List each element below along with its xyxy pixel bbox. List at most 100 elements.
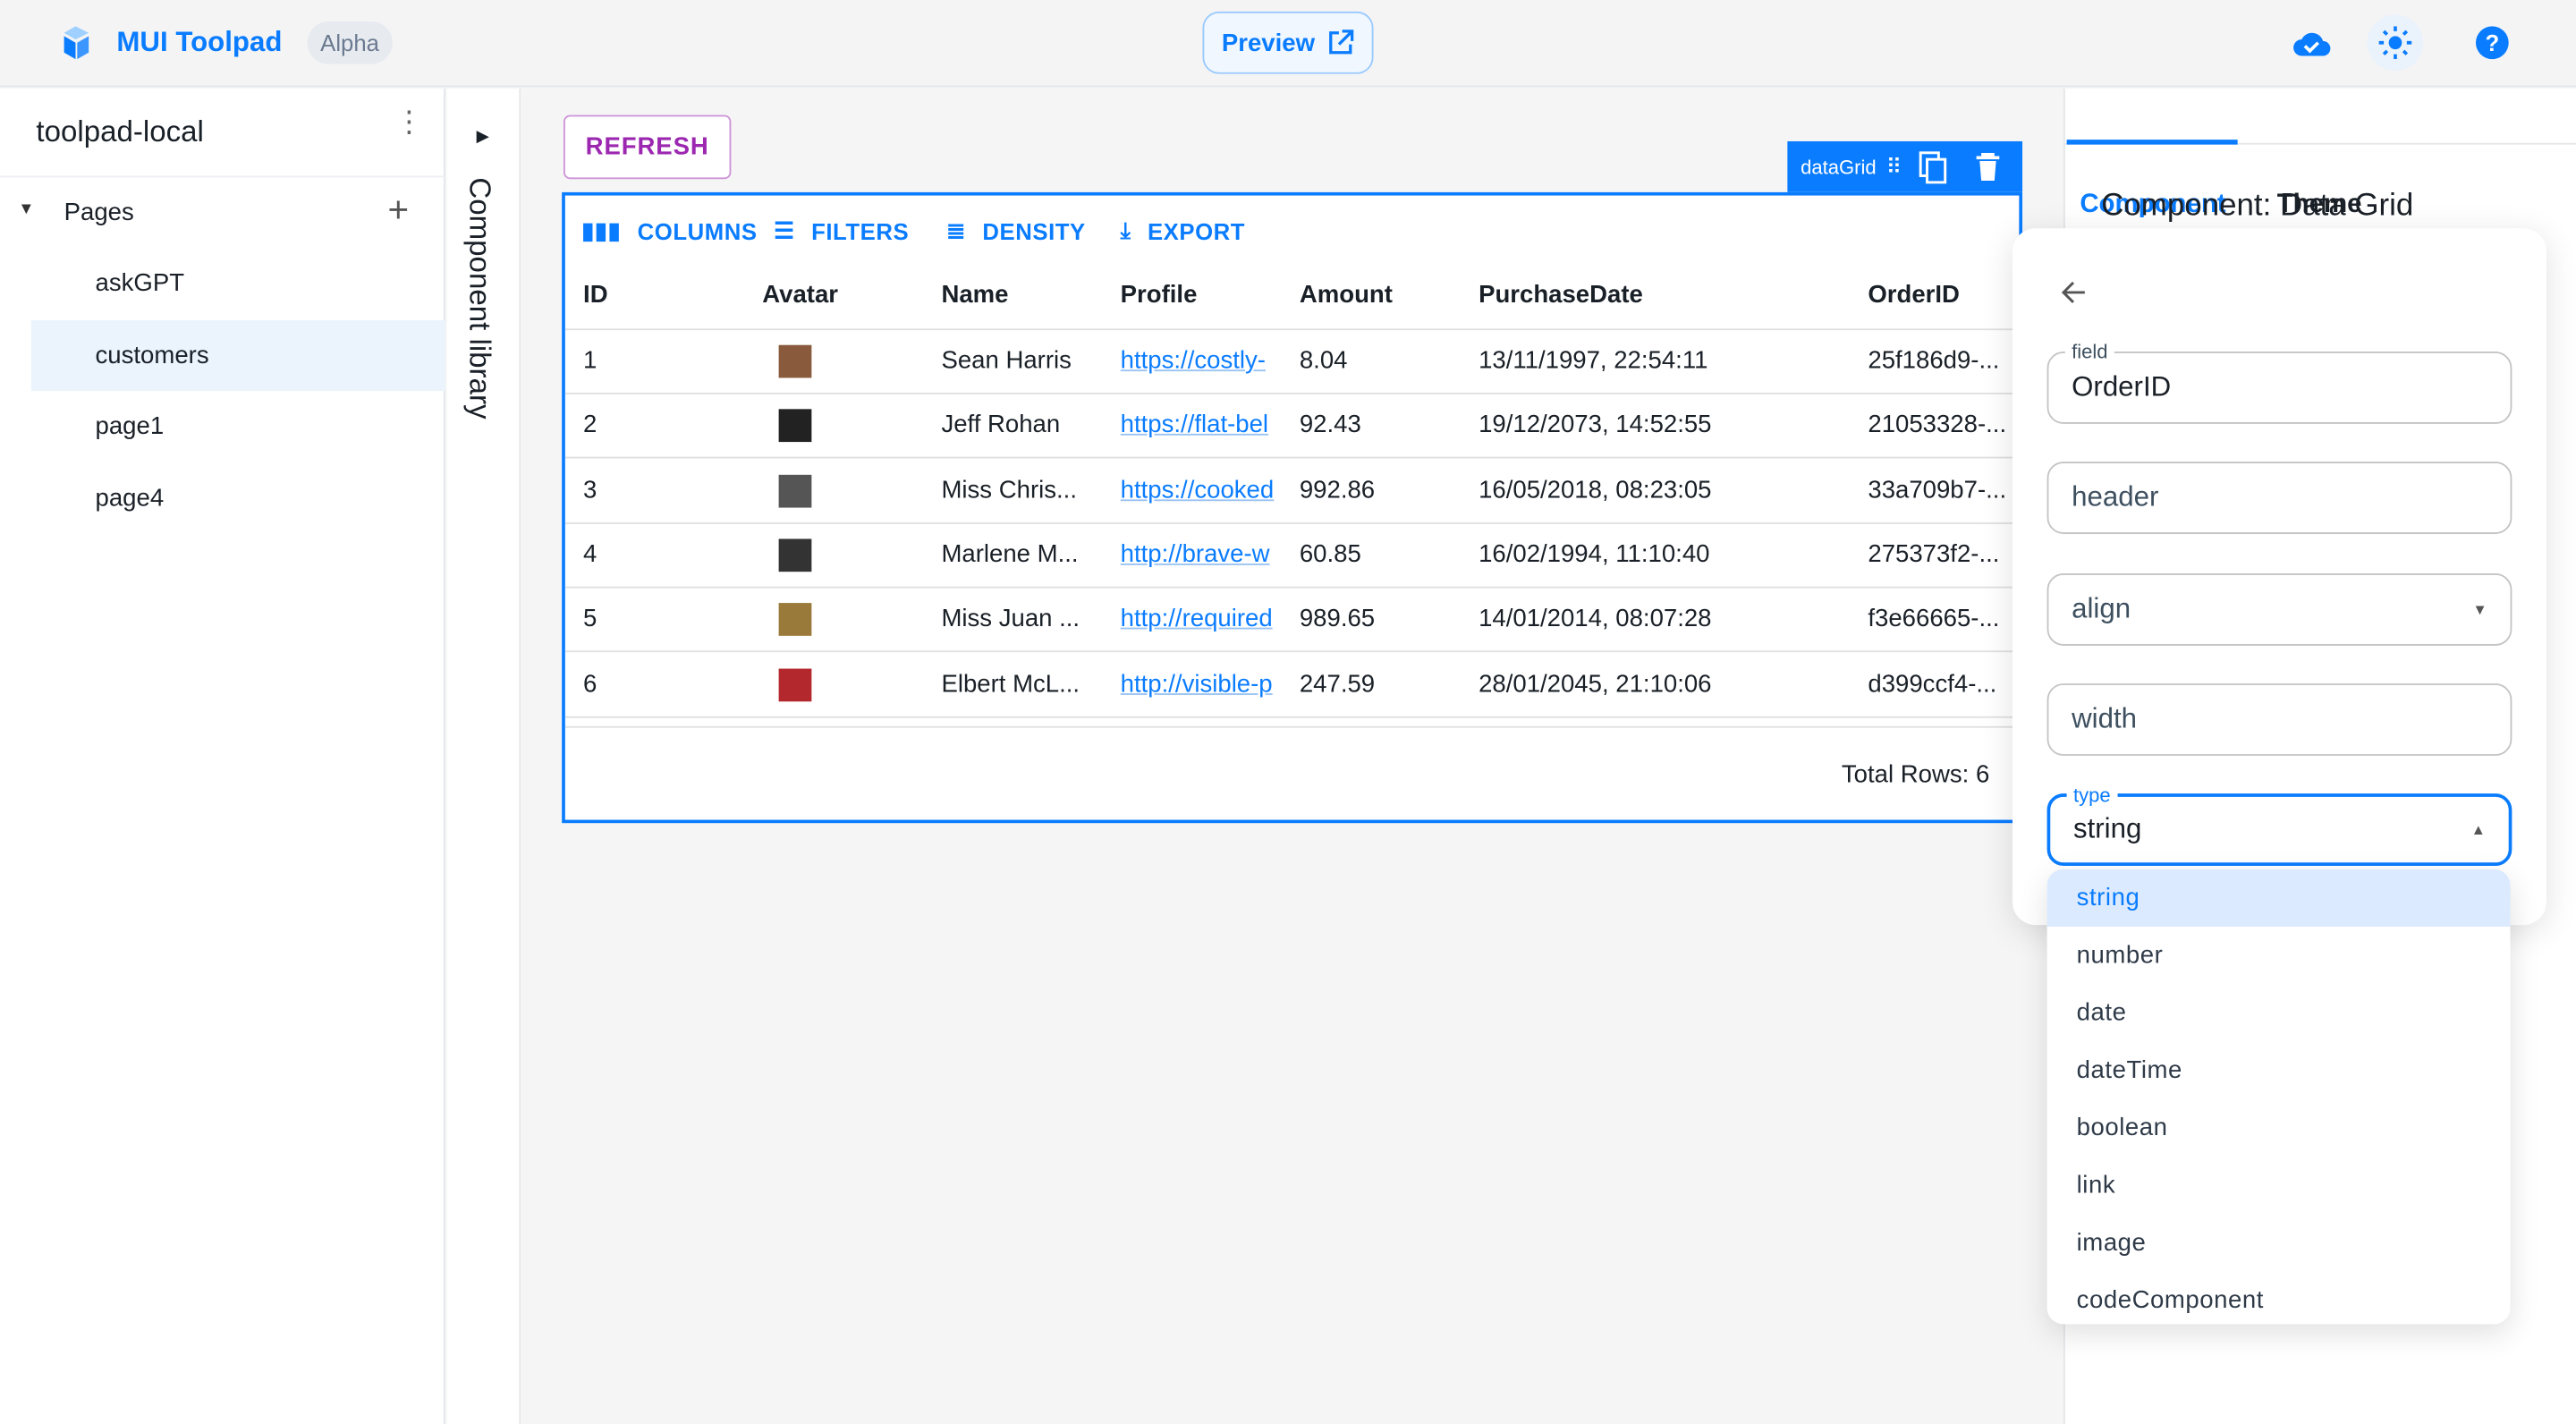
field-input[interactable]: field OrderID bbox=[2046, 340, 2512, 424]
field-value: OrderID bbox=[2072, 371, 2172, 403]
cell-purchase-date: 16/02/1994, 11:10:40 bbox=[1479, 540, 1710, 569]
column-header-amount[interactable]: Amount bbox=[1300, 281, 1393, 309]
columns-icon: ▮▮▮ bbox=[581, 216, 622, 243]
column-header-avatar[interactable]: Avatar bbox=[762, 281, 838, 309]
export-button[interactable]: ⤓ EXPORT bbox=[1121, 216, 1245, 244]
sun-icon[interactable] bbox=[2367, 14, 2424, 71]
export-icon: ⤓ bbox=[1120, 216, 1131, 243]
profile-link[interactable]: http://visible-p bbox=[1121, 669, 1273, 697]
cell-profile: http://visible-p bbox=[1121, 669, 1285, 697]
sidebar-item-customers[interactable]: customers bbox=[30, 320, 445, 392]
column-header-name[interactable]: Name bbox=[941, 281, 1008, 309]
cell-profile: https://cooked bbox=[1121, 476, 1285, 504]
footer-divider bbox=[564, 725, 2020, 728]
type-option-boolean[interactable]: boolean bbox=[2047, 1099, 2511, 1157]
cell-order-id: 275373f2-... bbox=[1868, 540, 2000, 569]
help-icon[interactable]: ? bbox=[2464, 15, 2520, 71]
table-row[interactable]: 5 Miss Juan ... http://required 989.65 14/01… bbox=[564, 589, 2020, 653]
cell-order-id: 25f186d9-... bbox=[1868, 346, 2000, 375]
drag-handle-icon[interactable]: ⠿ bbox=[1886, 154, 1902, 180]
pages-sidebar: toolpad-local ⋮ ▼ Pages + askGPT custome… bbox=[0, 89, 445, 1424]
align-select[interactable]: align ▼ bbox=[2046, 573, 2512, 646]
type-option-datetime[interactable]: dateTime bbox=[2047, 1041, 2511, 1098]
type-select[interactable]: type string ▲ bbox=[2046, 784, 2512, 866]
table-row[interactable]: 4 Marlene M... http://brave-w 60.85 16/02/19… bbox=[564, 524, 2020, 589]
back-arrow-icon[interactable] bbox=[2060, 279, 2086, 305]
pages-header[interactable]: Pages bbox=[64, 199, 134, 226]
avatar-image bbox=[778, 474, 812, 507]
profile-link[interactable]: http://brave-w bbox=[1121, 540, 1270, 568]
add-page-icon[interactable]: + bbox=[387, 189, 409, 232]
header-input[interactable]: header bbox=[2046, 462, 2512, 534]
cell-id: 3 bbox=[583, 475, 597, 504]
column-header-purchase-date[interactable]: PurchaseDate bbox=[1479, 281, 1643, 309]
density-icon: ≣ bbox=[945, 216, 967, 243]
density-button[interactable]: ≣ DENSITY bbox=[946, 216, 1086, 244]
filters-label: FILTERS bbox=[811, 217, 910, 244]
component-library-panel[interactable]: ▶ Component library bbox=[446, 89, 521, 1424]
column-header-order-id[interactable]: OrderID bbox=[1868, 281, 1960, 309]
sidebar-item-askgpt[interactable]: askGPT bbox=[31, 248, 445, 318]
type-option-link[interactable]: link bbox=[2047, 1157, 2511, 1214]
duplicate-icon[interactable] bbox=[1918, 150, 1948, 183]
table-row[interactable]: 1 Sean Harris https://costly- 8.04 13/11/199… bbox=[564, 330, 2020, 394]
column-header-profile[interactable]: Profile bbox=[1121, 281, 1198, 309]
table-row[interactable]: 6 Elbert McL... http://visible-p 247.59 28/0… bbox=[564, 653, 2020, 717]
cell-name: Miss Chris... bbox=[941, 475, 1077, 504]
type-option-codecomponent[interactable]: codeComponent bbox=[2047, 1272, 2511, 1325]
type-option-string[interactable]: string bbox=[2046, 869, 2511, 927]
table-row[interactable]: 2 Jeff Rohan https://flat-bel 92.43 19/12/20… bbox=[564, 394, 2020, 459]
refresh-button[interactable]: REFRESH bbox=[564, 114, 732, 180]
cell-purchase-date: 28/01/2045, 21:10:06 bbox=[1479, 669, 1712, 698]
width-placeholder: width bbox=[2072, 703, 2138, 735]
delete-icon[interactable] bbox=[1974, 151, 2000, 182]
sidebar-item-page4[interactable]: page4 bbox=[31, 463, 445, 534]
component-tag-label: dataGrid bbox=[1801, 155, 1877, 179]
columns-button[interactable]: ▮▮▮ COLUMNS bbox=[581, 216, 757, 244]
cell-profile: https://costly- bbox=[1121, 347, 1285, 375]
total-rows: Total Rows: 6 bbox=[1841, 760, 1990, 789]
column-header-id[interactable]: ID bbox=[583, 281, 608, 309]
cell-order-id: 33a709b7-... bbox=[1868, 475, 2007, 504]
avatar-image bbox=[778, 409, 812, 443]
component-library-label[interactable]: Component library bbox=[462, 177, 496, 419]
cell-name: Jeff Rohan bbox=[941, 411, 1061, 439]
more-options-icon[interactable]: ⋮ bbox=[394, 106, 424, 136]
row-divider bbox=[564, 715, 2020, 717]
preview-label: Preview bbox=[1221, 29, 1316, 57]
cell-name: Marlene M... bbox=[941, 540, 1079, 569]
cell-name: Elbert McL... bbox=[941, 669, 1080, 698]
profile-link[interactable]: https://flat-bel bbox=[1121, 411, 1268, 439]
divider bbox=[0, 175, 445, 178]
avatar-image bbox=[778, 667, 812, 701]
type-option-date[interactable]: date bbox=[2047, 984, 2511, 1041]
table-row[interactable]: 3 Miss Chris... https://cooked 992.86 16/05/… bbox=[564, 460, 2020, 524]
cloud-check-icon[interactable] bbox=[2284, 15, 2339, 71]
width-input[interactable]: width bbox=[2046, 683, 2512, 756]
density-label: DENSITY bbox=[982, 217, 1086, 244]
cell-amount: 992.86 bbox=[1299, 475, 1376, 504]
filters-button[interactable]: ☰ FILTERS bbox=[774, 216, 909, 244]
caret-down-icon[interactable]: ▼ bbox=[18, 200, 34, 218]
cell-profile: http://brave-w bbox=[1121, 540, 1285, 568]
app-brand[interactable]: MUI Toolpad bbox=[116, 26, 282, 59]
columns-label: COLUMNS bbox=[637, 217, 758, 244]
field-label: field bbox=[2064, 340, 2114, 363]
cell-profile: https://flat-bel bbox=[1121, 411, 1285, 439]
type-label: type bbox=[2066, 784, 2117, 807]
type-options-menu: string number date dateTime boolean link image… bbox=[2046, 869, 2511, 1325]
alpha-badge: Alpha bbox=[307, 21, 393, 64]
preview-button[interactable]: Preview bbox=[1202, 11, 1374, 74]
dropdown-arrow-up-icon: ▲ bbox=[2470, 821, 2486, 838]
type-option-number[interactable]: number bbox=[2047, 927, 2511, 984]
expand-arrow-icon[interactable]: ▶ bbox=[477, 128, 489, 146]
cell-order-id: f3e66665-... bbox=[1868, 605, 2000, 633]
profile-link[interactable]: https://cooked bbox=[1121, 476, 1275, 504]
cell-order-id: d399ccf4-... bbox=[1868, 669, 1997, 698]
profile-link[interactable]: https://costly- bbox=[1121, 347, 1266, 375]
type-option-image[interactable]: image bbox=[2047, 1214, 2511, 1271]
avatar-image bbox=[778, 344, 812, 378]
sidebar-item-page1[interactable]: page1 bbox=[31, 391, 445, 462]
profile-link[interactable]: http://required bbox=[1121, 605, 1273, 632]
header-placeholder: header bbox=[2072, 481, 2159, 513]
